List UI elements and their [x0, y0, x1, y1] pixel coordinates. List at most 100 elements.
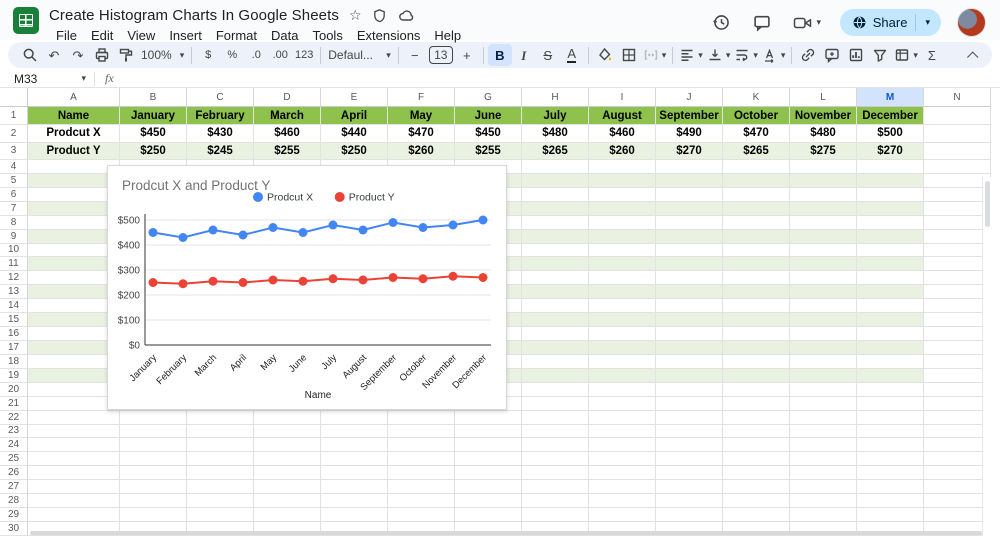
row-header-9[interactable]: 9 — [0, 229, 28, 244]
cell-F3[interactable]: $260 — [388, 142, 455, 160]
cell-B22[interactable] — [120, 410, 187, 425]
cell-J4[interactable] — [656, 160, 723, 174]
row-header-3[interactable]: 3 — [0, 142, 28, 160]
column-header-I[interactable]: I — [589, 88, 656, 107]
cell-M21[interactable] — [857, 396, 924, 411]
cell-C29[interactable] — [187, 508, 254, 522]
paint-format-button[interactable] — [114, 44, 138, 66]
share-button[interactable]: Share ▾ — [839, 9, 941, 36]
column-header-B[interactable]: B — [120, 88, 187, 107]
cell-M6[interactable] — [857, 187, 924, 202]
cell-J9[interactable] — [656, 229, 723, 244]
cell-H8[interactable] — [522, 215, 589, 230]
row-header-16[interactable]: 16 — [0, 327, 28, 341]
cell-G25[interactable] — [455, 452, 522, 467]
cell-L8[interactable] — [790, 215, 857, 230]
cell-M20[interactable] — [857, 382, 924, 397]
cell-N13[interactable] — [924, 285, 991, 300]
horizontal-scrollbar[interactable] — [30, 531, 982, 535]
cell-F26[interactable] — [388, 466, 455, 481]
cell-D22[interactable] — [254, 410, 321, 425]
menu-edit[interactable]: Edit — [84, 27, 120, 44]
cell-C23[interactable] — [187, 424, 254, 439]
row-header-6[interactable]: 6 — [0, 187, 28, 202]
cell-N19[interactable] — [924, 368, 991, 383]
cell-N4[interactable] — [924, 160, 991, 174]
column-header-A[interactable]: A — [28, 88, 120, 107]
cell-H20[interactable] — [522, 382, 589, 397]
cell-J25[interactable] — [656, 452, 723, 467]
cell-N7[interactable] — [924, 201, 991, 216]
print-button[interactable] — [90, 44, 114, 66]
cell-E22[interactable] — [321, 410, 388, 425]
cell-A25[interactable] — [28, 452, 120, 467]
cell-N26[interactable] — [924, 466, 991, 481]
cell-J17[interactable] — [656, 340, 723, 355]
cell-J19[interactable] — [656, 368, 723, 383]
cell-J7[interactable] — [656, 201, 723, 216]
cell-J21[interactable] — [656, 396, 723, 411]
cell-J12[interactable] — [656, 271, 723, 286]
menu-data[interactable]: Data — [264, 27, 305, 44]
horizontal-align-button[interactable]: ▾ — [677, 44, 705, 66]
cell-K21[interactable] — [723, 396, 790, 411]
cell-N18[interactable] — [924, 354, 991, 369]
embedded-chart[interactable]: Prodcut X and Product Y Prodcut X Product … — [107, 165, 507, 410]
cell-I1[interactable]: August — [589, 107, 656, 125]
cell-M2[interactable]: $500 — [857, 125, 924, 143]
cell-J2[interactable]: $490 — [656, 125, 723, 143]
row-header-19[interactable]: 19 — [0, 368, 28, 383]
row-header-5[interactable]: 5 — [0, 173, 28, 188]
cell-K20[interactable] — [723, 382, 790, 397]
cell-N24[interactable] — [924, 438, 991, 453]
cell-I21[interactable] — [589, 396, 656, 411]
cell-H10[interactable] — [522, 243, 589, 258]
cell-M10[interactable] — [857, 243, 924, 258]
cell-K15[interactable] — [723, 313, 790, 328]
cell-A27[interactable] — [28, 480, 120, 495]
cell-L29[interactable] — [790, 508, 857, 522]
cell-N22[interactable] — [924, 410, 991, 425]
cell-H1[interactable]: July — [522, 107, 589, 125]
row-header-8[interactable]: 8 — [0, 215, 28, 230]
cell-M28[interactable] — [857, 494, 924, 509]
cell-F28[interactable] — [388, 494, 455, 509]
cell-M15[interactable] — [857, 313, 924, 328]
borders-button[interactable] — [617, 44, 641, 66]
cell-F25[interactable] — [388, 452, 455, 467]
cell-M3[interactable]: $270 — [857, 142, 924, 160]
column-header-C[interactable]: C — [187, 88, 254, 107]
cell-H12[interactable] — [522, 271, 589, 286]
row-header-23[interactable]: 23 — [0, 424, 28, 439]
vertical-align-button[interactable]: ▾ — [705, 44, 733, 66]
insert-comment-button[interactable] — [820, 44, 844, 66]
cell-K11[interactable] — [723, 257, 790, 272]
cell-K26[interactable] — [723, 466, 790, 481]
cell-G28[interactable] — [455, 494, 522, 509]
cell-L4[interactable] — [790, 160, 857, 174]
cell-L17[interactable] — [790, 340, 857, 355]
cell-H2[interactable]: $480 — [522, 125, 589, 143]
cell-G24[interactable] — [455, 438, 522, 453]
cell-H27[interactable] — [522, 480, 589, 495]
cell-K3[interactable]: $265 — [723, 142, 790, 160]
cell-K8[interactable] — [723, 215, 790, 230]
font-family-button[interactable]: Defaul... ▾ — [325, 44, 394, 66]
cell-J11[interactable] — [656, 257, 723, 272]
cell-B24[interactable] — [120, 438, 187, 453]
cell-F29[interactable] — [388, 508, 455, 522]
cell-H24[interactable] — [522, 438, 589, 453]
cell-L3[interactable]: $275 — [790, 142, 857, 160]
cell-I23[interactable] — [589, 424, 656, 439]
increase-decimal-button[interactable]: .00 — [268, 44, 292, 66]
menu-view[interactable]: View — [120, 27, 162, 44]
cell-J23[interactable] — [656, 424, 723, 439]
cell-B26[interactable] — [120, 466, 187, 481]
cell-K24[interactable] — [723, 438, 790, 453]
cell-M17[interactable] — [857, 340, 924, 355]
cell-K2[interactable]: $470 — [723, 125, 790, 143]
row-header-26[interactable]: 26 — [0, 466, 28, 481]
cell-L20[interactable] — [790, 382, 857, 397]
cell-J5[interactable] — [656, 173, 723, 188]
cell-H26[interactable] — [522, 466, 589, 481]
